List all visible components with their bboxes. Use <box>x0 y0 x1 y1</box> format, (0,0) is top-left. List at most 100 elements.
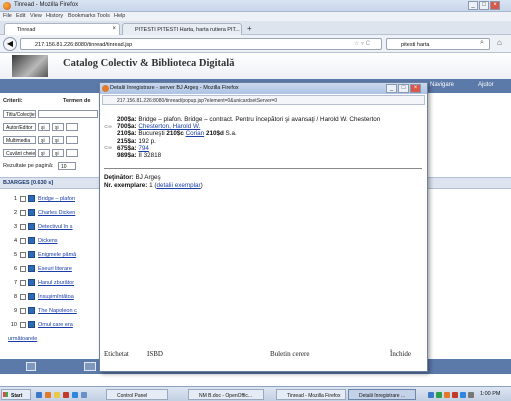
popup-minimize-button[interactable]: _ <box>386 84 397 93</box>
term-input-2b[interactable] <box>66 123 78 131</box>
quicklaunch-media-icon[interactable] <box>63 392 69 398</box>
menu-edit[interactable]: Edit <box>16 13 25 19</box>
result-title-link[interactable]: Omul care era <box>38 322 73 328</box>
menu-view[interactable]: View <box>30 13 42 19</box>
tab-bar: Tinread × PITESTI PITESTI Harta, harta r… <box>0 21 511 35</box>
print-icon[interactable] <box>84 362 96 371</box>
publisher-link[interactable]: Corian <box>186 130 205 137</box>
menu-help[interactable]: Help <box>114 13 125 19</box>
filter-select-2[interactable]: Autor/Editor <box>3 123 36 131</box>
page-title: Catalog Colectiv & Biblioteca Digitală <box>63 58 235 69</box>
close-popup-button[interactable]: Închide <box>390 350 411 358</box>
result-title-link[interactable]: Însuşimîntătoa <box>38 294 74 300</box>
popup-firefox-icon <box>102 85 109 92</box>
window-title: Tinread - Mozilla Firefox <box>14 2 79 8</box>
tray-icon-6[interactable] <box>468 392 474 398</box>
minimize-button[interactable]: _ <box>468 1 478 10</box>
result-checkbox[interactable] <box>20 210 26 216</box>
filter-select-3[interactable]: Multimedia <box>3 136 36 144</box>
author-link[interactable]: Chesterton, Harold W. <box>138 123 200 130</box>
result-checkbox[interactable] <box>20 238 26 244</box>
maximize-button[interactable]: □ <box>479 1 489 10</box>
url-bar[interactable]: 217.156.81.226:8080/tinread/tinread.jsp <box>20 38 382 50</box>
tray-icon-3[interactable] <box>444 392 450 398</box>
filter-select-4[interactable]: Cuvânt cheie <box>3 149 36 157</box>
term-input-3[interactable]: şi <box>52 136 64 144</box>
result-title-link[interactable]: Dickens <box>38 238 58 244</box>
tray-icon-2[interactable] <box>436 392 442 398</box>
term-input-1[interactable] <box>38 110 98 118</box>
result-checkbox[interactable] <box>20 266 26 272</box>
result-checkbox[interactable] <box>20 252 26 258</box>
taskbar-tinread[interactable]: Tinread - Mozilla Firefox <box>276 389 346 400</box>
result-title-link[interactable]: The Napoleon c <box>38 308 77 314</box>
popup-url-bar[interactable]: 217.156.81.226:8080/tinread/popup.jsp?el… <box>102 95 425 105</box>
search-box[interactable]: pitesti harta <box>386 38 490 50</box>
label-button[interactable]: Etichetat <box>104 350 129 358</box>
results-per-page-label: Rezultate pe pagină: <box>3 163 54 169</box>
result-checkbox[interactable] <box>20 280 26 286</box>
quicklaunch-ie-icon[interactable] <box>36 392 42 398</box>
tab-tinread[interactable]: Tinread × <box>4 23 120 35</box>
results-per-page-select[interactable]: 10 <box>58 162 76 170</box>
filter-select-1[interactable]: Titlu/Colecţie <box>3 110 36 118</box>
term-input-4b[interactable] <box>66 149 78 157</box>
result-title-link[interactable]: Charles Dicken <box>38 210 75 216</box>
term-input-4[interactable]: şi <box>52 149 64 157</box>
clock: 1:00 PM <box>480 391 501 397</box>
quicklaunch-firefox-icon[interactable] <box>45 392 51 398</box>
result-checkbox[interactable] <box>20 308 26 314</box>
result-title-link[interactable]: Detectivul în s <box>38 224 73 230</box>
bookmark-star-icon[interactable]: ☆ ▿ C <box>354 40 370 47</box>
menu-history[interactable]: History <box>46 13 63 19</box>
nav-navigare[interactable]: Navigare <box>430 82 454 88</box>
result-checkbox[interactable] <box>20 322 26 328</box>
results-header: BJARGES [0.630 s] <box>3 180 54 186</box>
back-button[interactable]: ◀ <box>3 37 17 51</box>
copy-details-link[interactable]: detalii exemplar <box>157 182 201 189</box>
check-all-icon[interactable] <box>26 362 36 371</box>
tab-pitesti[interactable]: PITESTI PITESTI Harta, harta rutiera PIT… <box>122 23 242 35</box>
home-icon[interactable]: ⌂ <box>497 38 502 47</box>
result-title-link[interactable]: Enigmele pămâ <box>38 252 76 258</box>
popup-maximize-button[interactable]: □ <box>398 84 409 93</box>
taskbar-openoffice[interactable]: NM B.doc - OpenOffic... <box>188 389 264 400</box>
quicklaunch-desktop-icon[interactable] <box>72 392 78 398</box>
menu-bookmarks[interactable]: Bookmarks <box>68 13 96 19</box>
classification-link[interactable]: 794 <box>138 145 149 152</box>
result-checkbox[interactable] <box>20 224 26 230</box>
request-slip-button[interactable]: Buletin cerere <box>270 350 309 358</box>
result-title-link[interactable]: Eseuri literare <box>38 266 72 272</box>
tray-icon-5[interactable] <box>460 392 466 398</box>
search-value: pitesti harta <box>401 42 430 48</box>
tab-close-icon[interactable]: × <box>112 26 116 32</box>
quicklaunch-explorer-icon[interactable] <box>54 392 60 398</box>
nav-ajutor[interactable]: Ajutor <box>478 82 494 88</box>
search-icon[interactable]: ⌕ <box>480 39 484 47</box>
windows-logo-icon <box>3 392 8 397</box>
book-icon <box>28 223 35 230</box>
operator-select-2[interactable]: şi <box>38 123 50 131</box>
taskbar-control-panel[interactable]: Control Panel <box>106 389 168 400</box>
result-checkbox[interactable] <box>20 196 26 202</box>
new-tab-icon[interactable]: + <box>247 24 252 33</box>
isbd-button[interactable]: ISBD <box>147 350 163 358</box>
result-checkbox[interactable] <box>20 294 26 300</box>
operator-select-3[interactable]: şi <box>38 136 50 144</box>
next-page-link[interactable]: următoarele <box>8 336 37 342</box>
menu-tools[interactable]: Tools <box>97 13 110 19</box>
close-button[interactable]: × <box>490 1 500 10</box>
book-icon <box>28 307 35 314</box>
operator-select-4[interactable]: şi <box>38 149 50 157</box>
popup-close-button[interactable]: × <box>410 84 421 93</box>
result-title-link[interactable]: Bridge – plafon <box>38 196 75 202</box>
result-title-link[interactable]: Hanul zburător <box>38 280 74 286</box>
term-input-2[interactable]: şi <box>52 123 64 131</box>
firefox-icon <box>3 2 11 10</box>
menu-file[interactable]: File <box>3 13 12 19</box>
quicklaunch-app-icon[interactable] <box>81 392 87 398</box>
tray-icon-1[interactable] <box>428 392 434 398</box>
tray-icon-4[interactable] <box>452 392 458 398</box>
term-input-3b[interactable] <box>66 136 78 144</box>
taskbar-details[interactable]: Detalii înregistrare ... <box>348 389 416 400</box>
